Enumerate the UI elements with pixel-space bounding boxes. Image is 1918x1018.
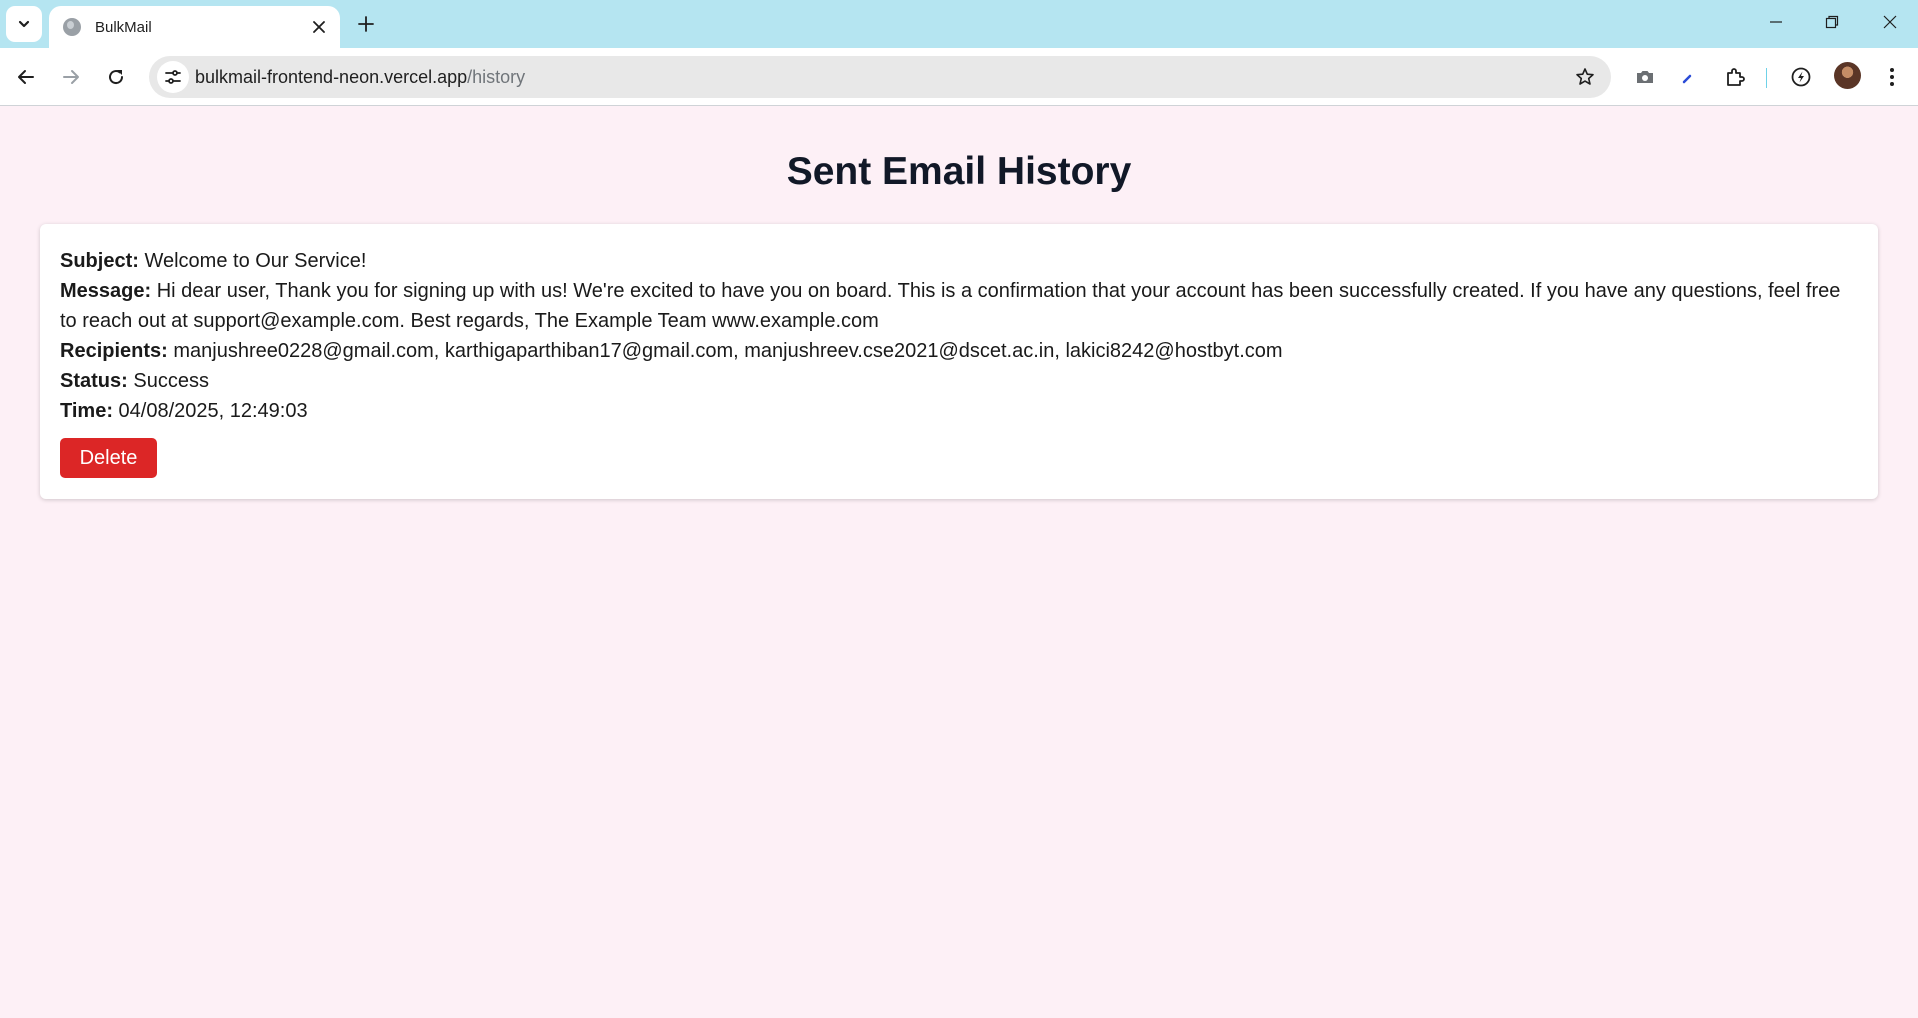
profile-avatar[interactable]	[1834, 62, 1861, 89]
screenshot-button[interactable]	[1629, 61, 1661, 93]
star-icon	[1576, 68, 1594, 85]
minimize-button[interactable]	[1748, 0, 1804, 44]
subject-label: Subject:	[60, 250, 139, 272]
extension-pen-button[interactable]	[1673, 61, 1705, 93]
message-row: Message: Hi dear user, Thank you for sig…	[60, 276, 1858, 336]
close-icon	[313, 21, 325, 33]
bookmark-button[interactable]	[1569, 61, 1601, 93]
arrow-left-icon	[18, 70, 34, 84]
arrow-right-icon	[63, 70, 79, 84]
tab-search-button[interactable]	[6, 6, 42, 42]
time-label: Time:	[60, 400, 113, 422]
recipients-value: manjushree0228@gmail.com, karthigaparthi…	[173, 340, 1283, 362]
subject-value: Welcome to Our Service!	[144, 250, 367, 272]
restore-icon	[1825, 15, 1839, 29]
message-label: Message:	[60, 280, 152, 302]
site-settings-button[interactable]	[157, 61, 189, 93]
time-value: 04/08/2025, 12:49:03	[118, 400, 308, 422]
recipients-row: Recipients: manjushree0228@gmail.com, ka…	[60, 336, 1858, 366]
tab-strip: BulkMail	[0, 0, 1918, 48]
url-path: /history	[467, 67, 526, 87]
lightning-icon	[1791, 67, 1811, 87]
time-row: Time: 04/08/2025, 12:49:03	[60, 396, 1858, 426]
tab-title: BulkMail	[95, 18, 152, 36]
close-window-button[interactable]	[1862, 0, 1918, 44]
toolbar-separator	[1766, 68, 1767, 88]
camera-icon	[1637, 71, 1653, 83]
performance-button[interactable]	[1785, 61, 1817, 93]
globe-icon	[63, 18, 81, 36]
close-tab-button[interactable]	[308, 16, 330, 38]
delete-button[interactable]: Delete	[60, 438, 157, 478]
extensions-button[interactable]	[1719, 61, 1751, 93]
subject-row: Subject: Welcome to Our Service!	[60, 246, 1858, 276]
more-vertical-icon	[1890, 68, 1894, 86]
chevron-down-icon	[18, 20, 30, 28]
recipients-label: Recipients:	[60, 340, 168, 362]
browser-menu-button[interactable]	[1876, 61, 1908, 93]
browser-toolbar: bulkmail-frontend-neon.vercel.app/histor…	[0, 48, 1918, 106]
new-tab-button[interactable]	[352, 10, 380, 38]
puzzle-icon	[1727, 68, 1745, 86]
plus-icon	[358, 16, 374, 32]
url-text: bulkmail-frontend-neon.vercel.app/histor…	[195, 67, 525, 88]
status-value: Success	[133, 370, 209, 392]
address-bar[interactable]: bulkmail-frontend-neon.vercel.app/histor…	[149, 56, 1611, 98]
status-label: Status:	[60, 370, 128, 392]
reload-button[interactable]	[98, 59, 134, 95]
status-row: Status: Success	[60, 366, 1858, 396]
back-button[interactable]	[8, 59, 44, 95]
page-title: Sent Email History	[786, 150, 1132, 193]
restore-button[interactable]	[1804, 0, 1860, 44]
browser-tab[interactable]: BulkMail	[49, 6, 340, 48]
message-value: Hi dear user, Thank you for signing up w…	[60, 280, 1841, 332]
url-host: bulkmail-frontend-neon.vercel.app	[195, 67, 468, 87]
tune-icon	[165, 70, 181, 84]
close-icon	[1883, 15, 1897, 29]
forward-button[interactable]	[53, 59, 89, 95]
minimize-icon	[1770, 21, 1782, 23]
reload-icon	[109, 70, 124, 85]
email-history-card: Subject: Welcome to Our Service! Message…	[40, 224, 1878, 499]
pen-icon	[1682, 74, 1692, 84]
